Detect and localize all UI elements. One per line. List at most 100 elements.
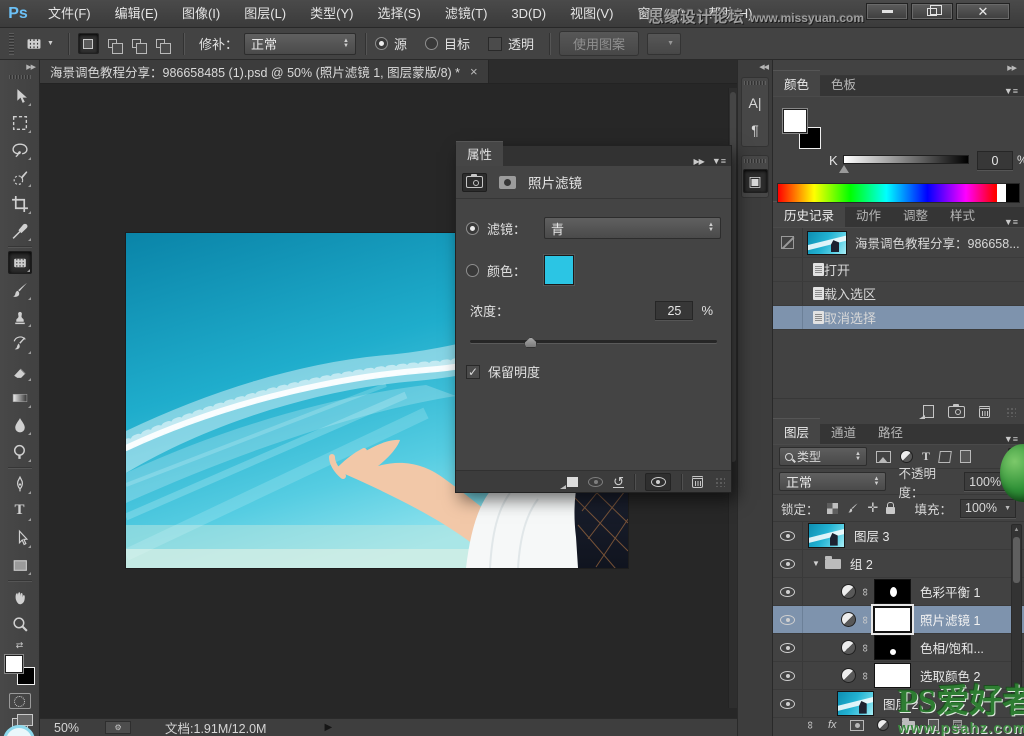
quick-mask-toggle[interactable] xyxy=(9,693,31,709)
layer-mask-thumbnail[interactable] xyxy=(874,635,911,660)
lock-all-icon[interactable] xyxy=(886,507,895,514)
properties-tab[interactable]: 属性 xyxy=(456,141,503,166)
panel-menu-icon[interactable]: ▼≡ xyxy=(712,156,726,166)
marquee-tool[interactable] xyxy=(8,111,32,134)
menu-type[interactable]: 类型(Y) xyxy=(298,0,365,27)
history-brush-tool[interactable] xyxy=(8,332,32,355)
group-expander-icon[interactable]: ▼ xyxy=(812,559,820,568)
menu-image[interactable]: 图像(I) xyxy=(170,0,232,27)
layer-thumbnail[interactable] xyxy=(837,691,874,716)
new-snapshot-icon[interactable] xyxy=(948,406,965,418)
tab-paths[interactable]: 路径 xyxy=(867,419,914,444)
color-spectrum-ramp[interactable] xyxy=(777,183,1020,203)
layer-mask-thumbnail[interactable] xyxy=(874,579,911,604)
clone-stamp-tool[interactable] xyxy=(8,305,32,328)
new-layer-icon[interactable] xyxy=(928,719,939,731)
tab-color[interactable]: 颜色 xyxy=(773,70,820,96)
pen-tool[interactable] xyxy=(8,472,32,495)
history-resize-grip[interactable] xyxy=(1006,407,1016,417)
gradient-tool[interactable] xyxy=(8,386,32,409)
new-group-icon[interactable] xyxy=(902,721,915,730)
options-grip[interactable] xyxy=(9,33,14,55)
patch-mode-dropdown[interactable]: 正常 ▲▼ xyxy=(244,33,356,55)
layer-style-icon[interactable]: fx xyxy=(828,719,837,731)
toggle-visibility-well[interactable] xyxy=(645,473,671,491)
brush-tool[interactable] xyxy=(8,278,32,301)
history-step-open[interactable]: 打开 xyxy=(773,258,1024,282)
snapshot-thumbnail[interactable] xyxy=(807,231,847,255)
close-button[interactable]: ✕ xyxy=(956,3,1010,20)
layer-visibility-icon[interactable] xyxy=(780,671,795,681)
menu-file[interactable]: 文件(F) xyxy=(36,0,103,27)
color-panel-swatches[interactable] xyxy=(783,109,821,149)
minimize-button[interactable] xyxy=(866,3,908,20)
menu-window[interactable]: 窗口(W) xyxy=(625,0,696,27)
color-panel-menu-icon[interactable]: ▼≡ xyxy=(1004,86,1024,96)
filter-adjustment-layers-icon[interactable] xyxy=(900,450,913,463)
filter-pixel-layers-icon[interactable] xyxy=(876,451,891,463)
layers-scrollbar[interactable]: ▲ xyxy=(1011,524,1022,714)
layer-row-selective-color[interactable]: ∞ 选取颜色 2 xyxy=(773,662,1024,690)
delete-adjustment-icon[interactable] xyxy=(692,476,703,488)
dodge-tool[interactable] xyxy=(8,440,32,463)
type-tool[interactable]: T xyxy=(8,499,32,522)
tab-swatches[interactable]: 色板 xyxy=(820,71,867,96)
toolbar-collapse-icon[interactable]: ▶▶ xyxy=(0,60,39,74)
transparent-checkbox[interactable] xyxy=(488,37,502,51)
swap-colors-icon[interactable]: ⇄ xyxy=(16,640,24,651)
foreground-background-swatches[interactable] xyxy=(5,655,35,685)
layer-row-2[interactable]: 图层 2 xyxy=(773,690,1024,718)
tab-layers[interactable]: 图层 xyxy=(773,418,820,444)
target-radio[interactable] xyxy=(425,37,438,50)
filter-smart-objects-icon[interactable] xyxy=(960,450,971,463)
layers-panel-menu-icon[interactable]: ▼≡ xyxy=(1004,434,1024,444)
status-options-icon[interactable]: ⚙ xyxy=(105,721,131,734)
k-value-field[interactable]: 0 xyxy=(977,151,1013,170)
k-slider[interactable] xyxy=(843,155,969,164)
use-pattern-button[interactable]: 使用图案 xyxy=(559,31,639,56)
foreground-color-swatch[interactable] xyxy=(5,655,23,673)
layer-mask-thumbnail[interactable] xyxy=(874,663,911,688)
layer-visibility-icon[interactable] xyxy=(780,699,795,709)
toolbar-grip[interactable] xyxy=(9,75,31,79)
density-slider-thumb[interactable] xyxy=(524,337,537,348)
layer-thumbnail[interactable] xyxy=(808,523,845,548)
source-radio[interactable] xyxy=(375,37,388,50)
mask-link-icon[interactable]: ∞ xyxy=(859,643,871,653)
restore-button[interactable] xyxy=(911,3,953,20)
history-source-icon[interactable] xyxy=(781,236,794,249)
menu-view[interactable]: 视图(V) xyxy=(558,0,625,27)
paragraph-panel-icon[interactable]: ¶ xyxy=(743,118,768,142)
character-panel-icon[interactable]: A| xyxy=(743,91,768,115)
tab-channels[interactable]: 通道 xyxy=(820,419,867,444)
delete-state-icon[interactable] xyxy=(979,406,990,418)
scrollbar-thumb[interactable] xyxy=(1013,537,1020,583)
patch-tool-preset[interactable]: ▼ xyxy=(19,32,59,56)
mask-link-icon[interactable]: ∞ xyxy=(859,587,871,597)
hand-tool[interactable] xyxy=(8,585,32,608)
layer-filter-type-dropdown[interactable]: 类型 ▲▼ xyxy=(779,447,867,466)
blend-mode-dropdown[interactable]: 正常 ▲▼ xyxy=(779,472,886,491)
layer-row-photo-filter[interactable]: ∞ 照片滤镜 1 xyxy=(773,606,1024,634)
layer-mask-thumbnail-selected[interactable] xyxy=(874,607,911,632)
clip-to-layer-icon[interactable] xyxy=(567,477,578,487)
mask-link-icon[interactable]: ∞ xyxy=(859,671,871,681)
layer-row-hue-saturation[interactable]: ∞ 色相/饱和... xyxy=(773,634,1024,662)
lock-transparency-icon[interactable] xyxy=(827,503,838,514)
mask-link-icon[interactable]: ∞ xyxy=(859,615,871,625)
menu-layer[interactable]: 图层(L) xyxy=(232,0,298,27)
eyedropper-tool[interactable] xyxy=(8,219,32,242)
history-step-deselect[interactable]: 取消选择 xyxy=(773,306,1024,330)
layer-visibility-icon[interactable] xyxy=(780,531,795,541)
layer-visibility-icon[interactable] xyxy=(780,615,795,625)
document-tab[interactable]: 海景调色教程分享：986658485 (1).psd @ 50% (照片滤镜 1… xyxy=(40,60,489,83)
layer-visibility-icon[interactable] xyxy=(780,587,795,597)
layer-row-color-balance[interactable]: ∞ 色彩平衡 1 xyxy=(773,578,1024,606)
color-fg-swatch[interactable] xyxy=(783,109,807,133)
status-arrow-icon[interactable]: ▶ xyxy=(324,722,332,733)
scrollbar-up-icon[interactable]: ▲ xyxy=(1014,527,1020,533)
view-previous-state-icon[interactable] xyxy=(588,477,603,487)
dock-grip-2[interactable] xyxy=(744,159,766,163)
filter-color-swatch[interactable] xyxy=(544,255,574,285)
fill-field[interactable]: 100%▼ xyxy=(960,499,1016,518)
